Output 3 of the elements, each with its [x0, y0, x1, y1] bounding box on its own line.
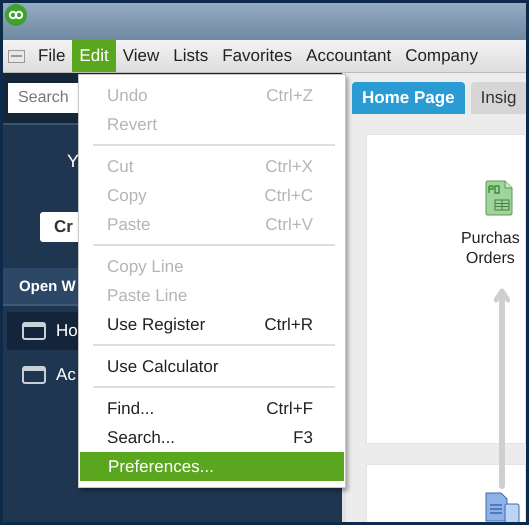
greeting-text: Y [67, 151, 80, 172]
item-label: Ac [56, 365, 76, 385]
item-label: Ho [56, 321, 78, 341]
